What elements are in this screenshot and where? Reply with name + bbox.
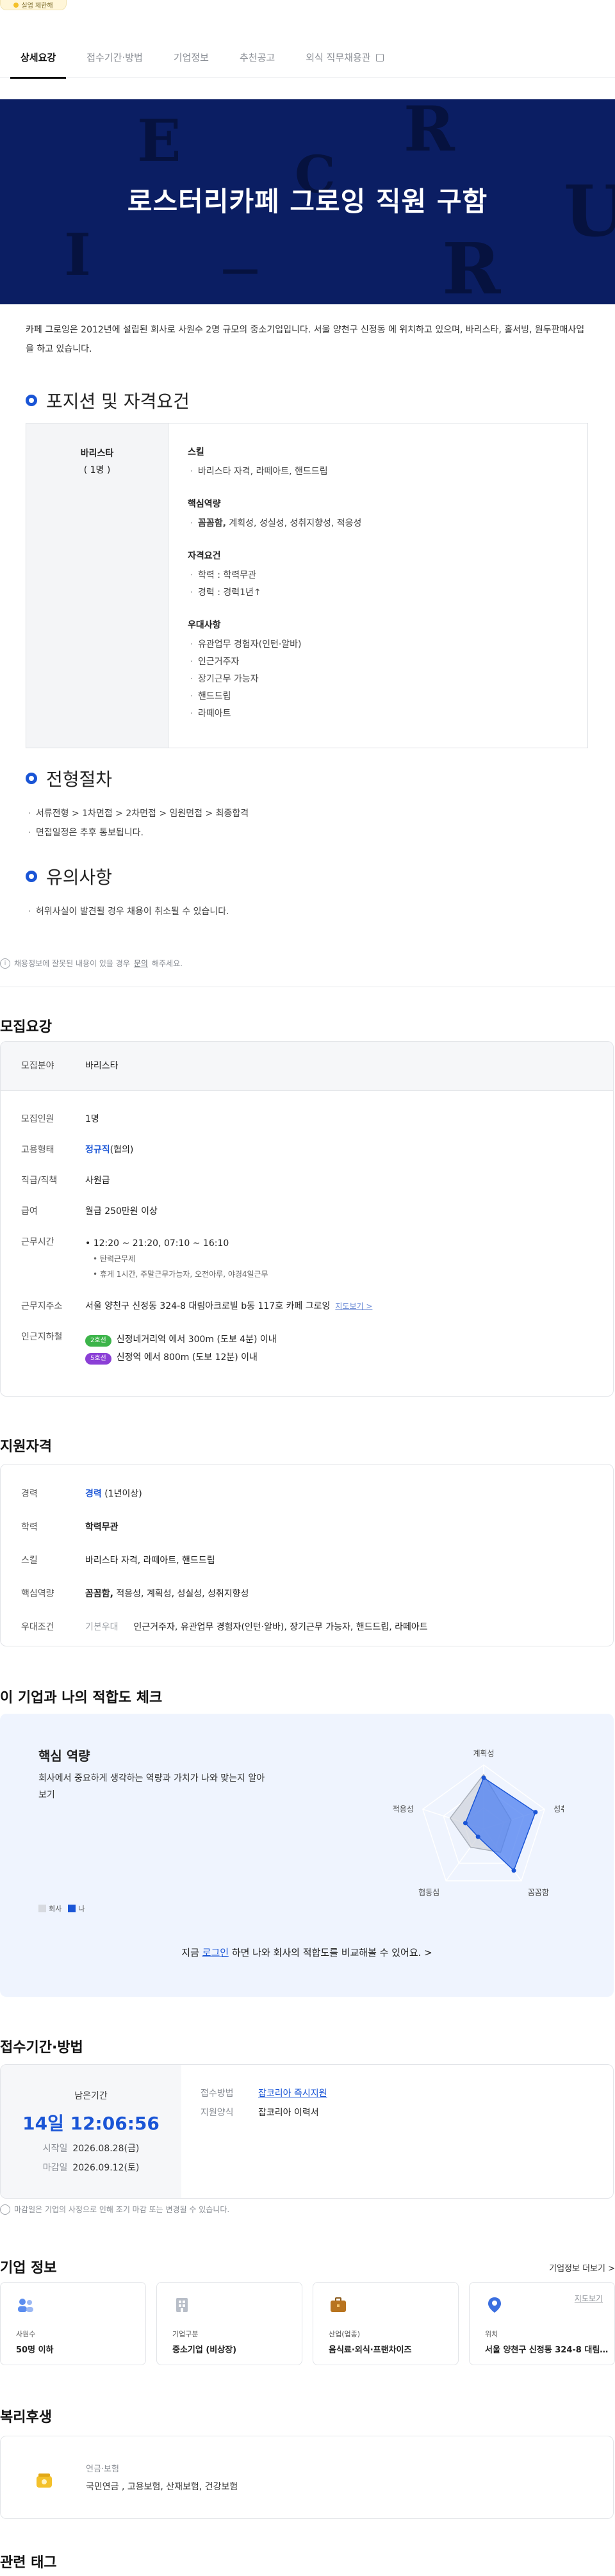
radar-axis-label: 적응성: [393, 1805, 414, 1814]
position-detail-cell: 스킬 바리스타 자격, 라떼아트, 핸드드립 핵심역량 꼼꼼함, 계획성, 성실…: [168, 423, 381, 748]
position-name-cell: 바리스타 ( 1명 ): [26, 423, 168, 748]
group-skill: 스킬 바리스타 자격, 라떼아트, 핸드드립: [188, 445, 361, 480]
apply-title: 접수기간·방법: [0, 2040, 83, 2056]
company-intro: 카페 그로잉은 2012년에 설립된 회사로 사원수 2명 규모의 중소기업입니…: [26, 325, 585, 354]
ring-icon: [26, 773, 37, 784]
radar-axis-label: 협동심: [418, 1888, 439, 1897]
apply-method-panel: 접수방법 잡코리아 즉시지원 지원양식 잡코리아 이력서: [201, 2088, 327, 2118]
hero-deco: E: [137, 107, 181, 175]
recruit-field-row: 모집분야 바리스타: [1, 1042, 613, 1091]
row-salary: 급여 월급 250만원 이상: [21, 1206, 158, 1217]
apply-card: 남은기간 14일 12:06:56 시작일 2026.08.28(금) 마감일 20…: [0, 2064, 614, 2199]
location-icon: [488, 2297, 501, 2313]
countdown-panel: 남은기간 14일 12:06:56 시작일 2026.08.28(금) 마감일 20…: [1, 2065, 181, 2198]
process-list: 서류전형 > 1차면접 > 2차면접 > 임원면접 > 최종합격 면접일정은 추…: [26, 804, 249, 842]
company-card-employees: 사원수 50명 이하: [0, 2282, 146, 2365]
building-icon: [176, 2298, 188, 2312]
report-notice: i 채용정보에 잘못된 내용이 있을 경우 문의 해주세요.: [0, 958, 183, 969]
report-link[interactable]: 문의: [134, 958, 148, 969]
apply-note: 마감일은 기업의 사정으로 인해 조기 마감 또는 변경될 수 있습니다.: [0, 2204, 229, 2215]
position-table: 바리스타 ( 1명 ) 스킬 바리스타 자격, 라떼아트, 핸드드립 핵심역량 …: [26, 423, 588, 748]
coin-jar-icon: [37, 2473, 52, 2488]
section-process: 전형절차: [26, 766, 112, 791]
fit-title: 이 기업과 나의 적합도 체크: [0, 1690, 163, 1706]
subway-line-badge: 5호선: [85, 1353, 111, 1365]
radar-legend: 회사 나: [38, 1903, 85, 1914]
radar-axis-label: 꼼꼼함: [528, 1888, 549, 1897]
briefcase-icon: [331, 2297, 346, 2312]
qualify-card: 경력 경력 (1년이상) 학력 학력무관 스킬 바리스타 자격, 라떼아트, 핸드드립…: [0, 1464, 614, 1646]
hero-deco: R: [404, 99, 455, 165]
legend-swatch: [68, 1905, 76, 1912]
hero-deco: I: [64, 221, 92, 289]
map-link[interactable]: 지도보기 >: [335, 1302, 372, 1311]
hero-deco: —: [221, 247, 259, 291]
company-cards: 사원수 50명 이하 기업구분 중소기업 (비상장) 산업(업종) 음식료·외식…: [0, 2282, 615, 2365]
radar-point: [475, 1834, 480, 1839]
login-link[interactable]: 로그인: [202, 1947, 229, 1958]
info-icon: i: [0, 958, 10, 969]
hero-banner: E R C I R U — 로스터리카페 그로잉 직원 구함: [0, 99, 615, 304]
ring-icon: [26, 395, 37, 406]
company-card-type: 기업구분 중소기업 (비상장): [156, 2282, 302, 2365]
row-hours: 근무시간 12:20 ~ 21:20, 07:10 ~ 16:10 탄력근무제 …: [1, 1227, 613, 1291]
legend-swatch: [38, 1905, 46, 1912]
row-subway: 인근지하철 2호선 신정네거리역 에서 300m (도보 4분) 이내 5호선 신정…: [1, 1322, 613, 1375]
group-requirements: 자격요건 학력 : 학력무관 경력 : 경력1년↑: [188, 549, 361, 602]
radar-chart: 계획성성취지향성꼼꼼함 협동심 적응성: [393, 1749, 564, 1897]
welfare-title: 복리후생: [0, 2409, 52, 2425]
row-address: 근무지주소 서울 양천구 신정동 324-8 대림아크로빌 b동 117호 카페 …: [21, 1301, 373, 1311]
fit-card: 핵심 역량 회사에서 중요하게 생각하는 역량과 가치가 나와 맞는지 알아보기…: [0, 1714, 614, 1997]
row-headcount: 모집인원 1명: [21, 1114, 99, 1124]
tab-recommended[interactable]: 추천공고: [224, 37, 290, 78]
countdown: 14일 12:06:56: [22, 2113, 160, 2134]
radar-point: [463, 1821, 468, 1826]
section-caution: 유의사항: [26, 864, 112, 889]
radar-point: [481, 1775, 486, 1780]
top-badge[interactable]: 실업 제한해: [0, 0, 67, 10]
radar-point: [533, 1810, 538, 1815]
company-more-link[interactable]: 기업정보 더보기 >: [549, 2261, 615, 2274]
subway-line-badge: 2호선: [85, 1335, 111, 1347]
caution-list: 허위사실이 발견될 경우 채용이 취소될 수 있습니다.: [26, 902, 229, 921]
detail-tabs: 상세요강 접수기간·방법 기업정보 추천공고 외식 직무채용관: [0, 37, 615, 79]
section-position: 포지션 및 자격요건: [26, 388, 190, 413]
apply-method-link[interactable]: 잡코리아 즉시지원: [258, 2088, 327, 2099]
company-card-industry: 산업(업종) 음식료·외식·프랜차이즈: [313, 2282, 459, 2365]
company-card-location: 지도보기 위치 서울 양천구 신정동 324-8 대림…: [469, 2282, 615, 2365]
hero-deco: R: [442, 227, 501, 304]
radar-axis-label: 계획성: [473, 1749, 494, 1758]
tab-food-jobs[interactable]: 외식 직무채용관: [290, 37, 398, 78]
company-title: 기업 정보: [0, 2260, 57, 2276]
row-rank: 직급/직책 사원급: [21, 1176, 110, 1186]
tab-details[interactable]: 상세요강: [5, 37, 71, 79]
tab-company-info[interactable]: 기업정보: [158, 37, 224, 78]
radar-axis-label: 성취지향성: [554, 1805, 564, 1814]
hero-title: 로스터리카페 그로잉 직원 구함: [127, 186, 488, 217]
recruit-card: 모집분야 바리스타 모집인원 1명 고용형태 정규직(협의) 직급/직책 사원급 급여 월…: [0, 1041, 614, 1397]
recruit-title: 모집요강: [0, 1019, 52, 1035]
company-map-link[interactable]: 지도보기: [575, 2293, 603, 2304]
tab-apply-period[interactable]: 접수기간·방법: [71, 37, 158, 78]
qualify-title: 지원자격: [0, 1439, 52, 1455]
external-link-icon: [375, 53, 384, 62]
ring-icon: [26, 871, 37, 882]
info-icon: [0, 2204, 10, 2215]
badge-icon: [13, 2, 19, 8]
row-employment: 고용형태 정규직(협의): [21, 1145, 134, 1155]
group-core: 핵심역량 꼼꼼함, 계획성, 성실성, 성취지향성, 적응성: [188, 497, 361, 532]
radar-point: [511, 1868, 516, 1873]
tags-title: 관련 태그: [0, 2555, 57, 2571]
people-icon: [18, 2299, 33, 2312]
fit-login-cta[interactable]: 지금 로그인 하면 나와 회사의 적합도를 비교해볼 수 있어요. >: [0, 1946, 614, 1959]
welfare-card: 연금·보험 국민연금 , 고용보험, 산재보험, 건강보험: [0, 2436, 614, 2519]
group-preferred: 우대사항 유관업무 경험자(인턴·알바) 인근거주자 장기근무 가능자 핸드드립…: [188, 618, 361, 723]
